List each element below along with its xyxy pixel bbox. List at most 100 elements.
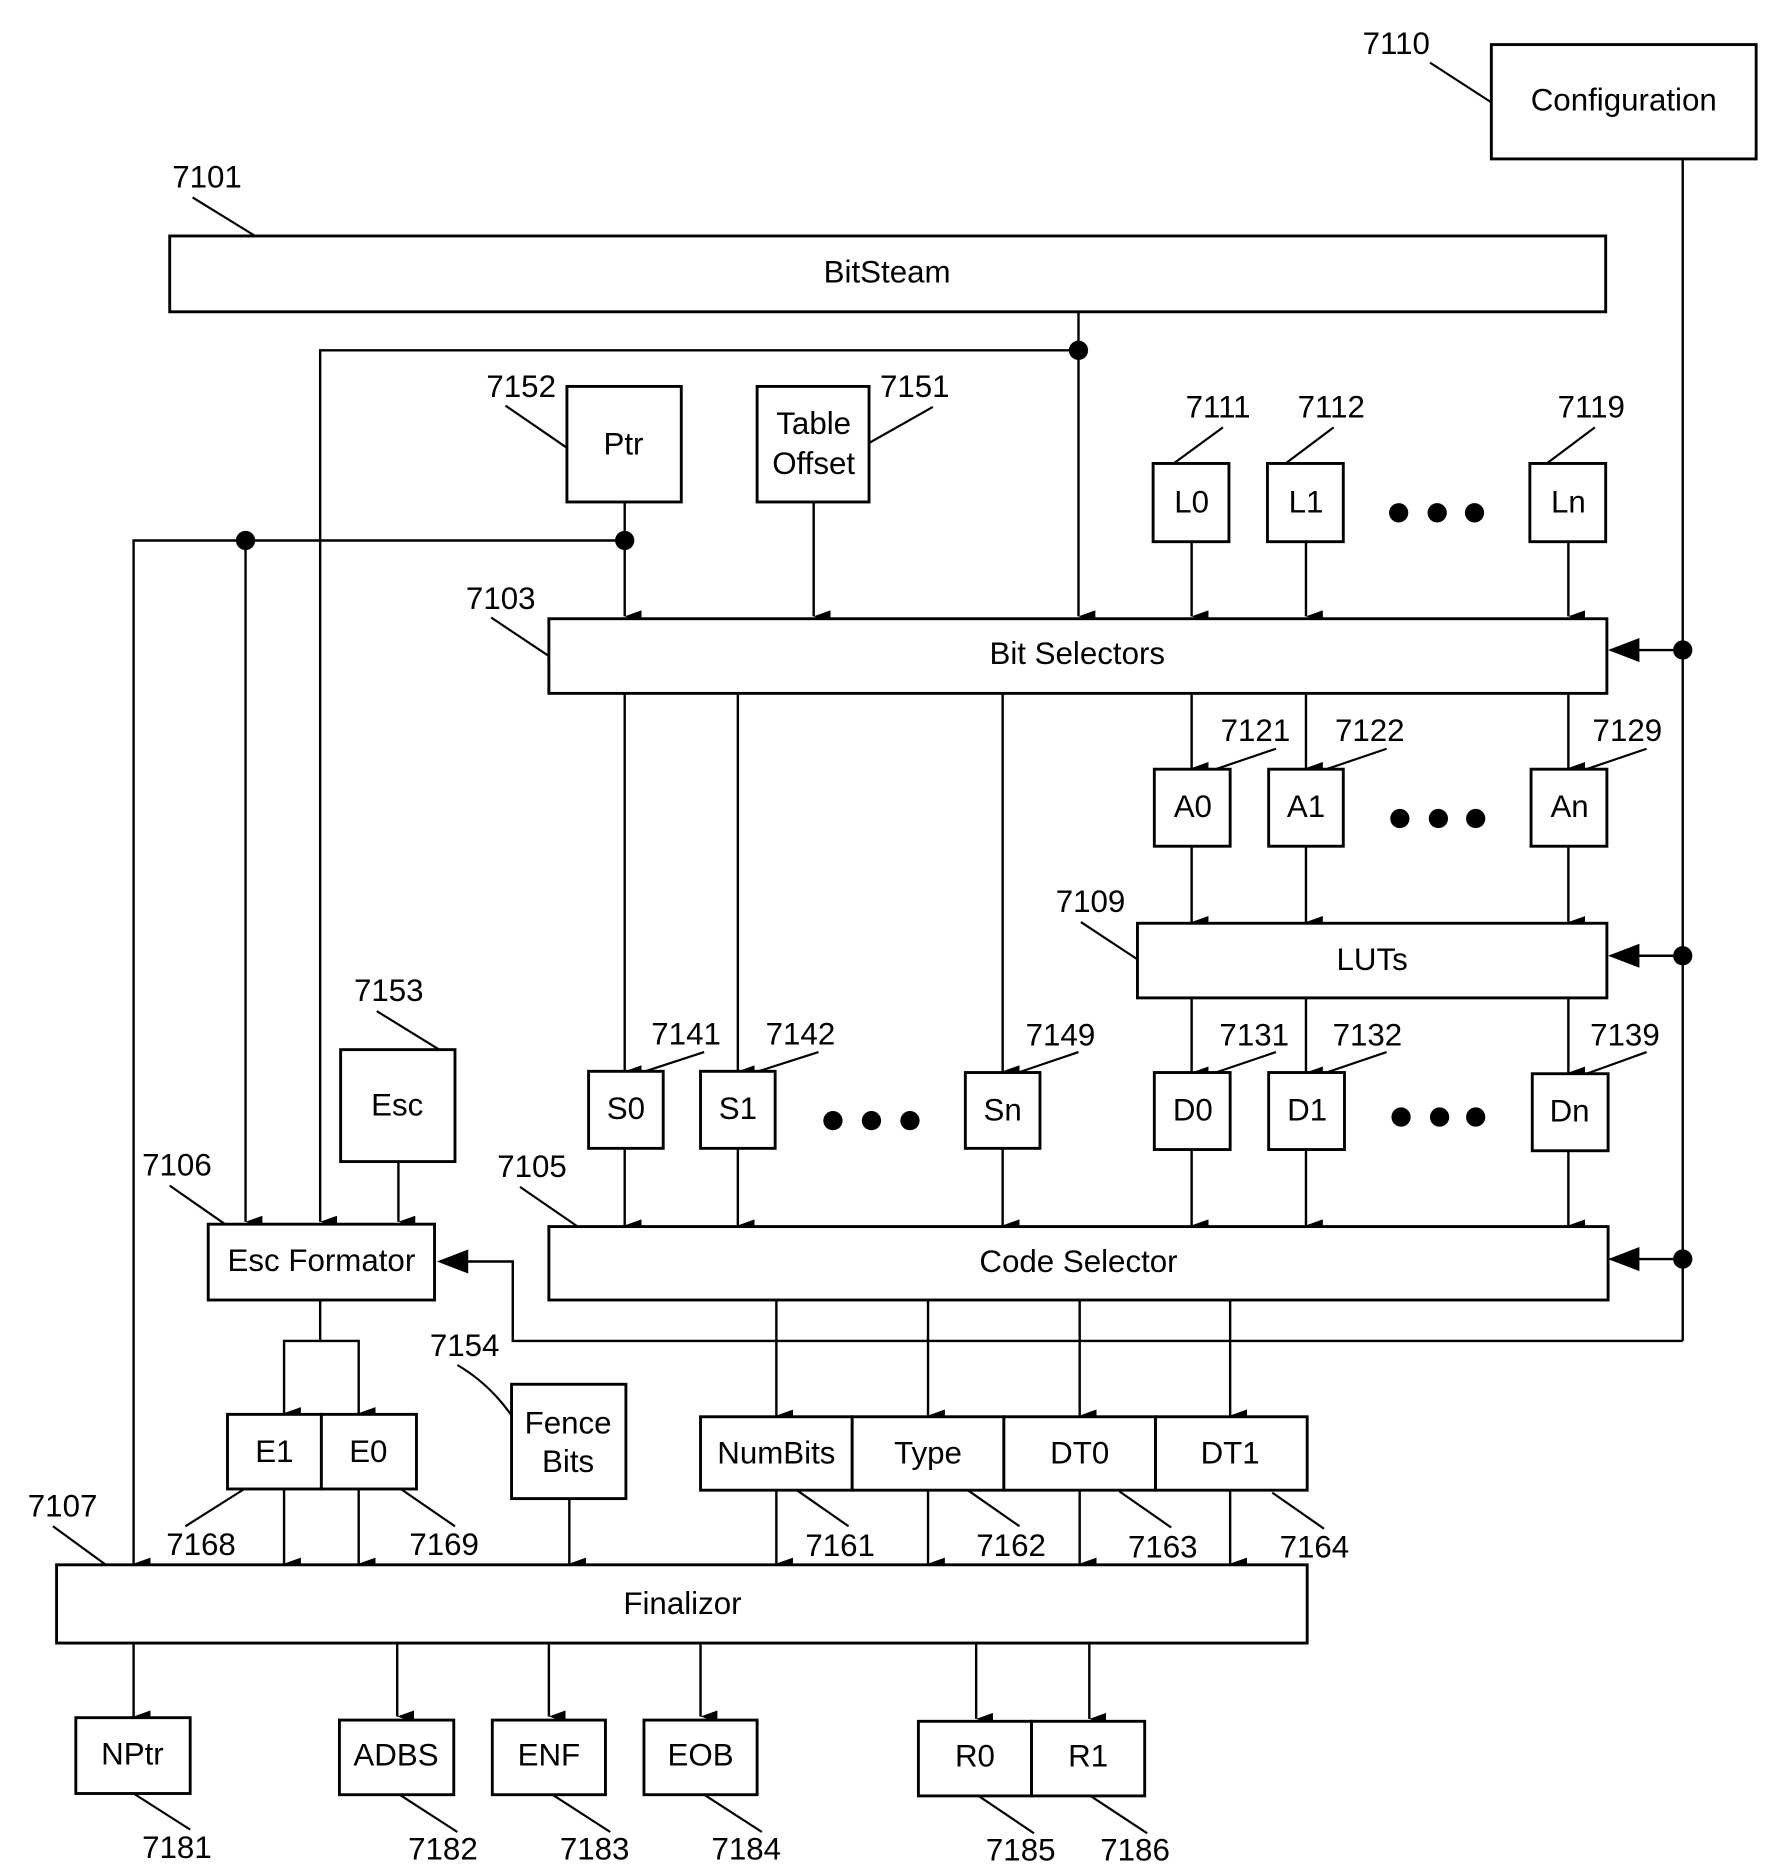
field-type[interactable]: Type [850,1415,1006,1492]
ref-e1: 7168 [166,1527,236,1562]
field-numbits[interactable]: NumBits [699,1415,854,1492]
esc-block[interactable]: Esc [339,1048,457,1164]
bitstream-label: BitSteam [824,255,951,290]
bit-selectors-block[interactable]: Bit Selectors [547,617,1609,695]
d-register-1[interactable]: D1 [1267,1071,1346,1151]
ellipsis-l [1389,503,1485,523]
d0-label: D0 [1173,1092,1213,1127]
table-offset-block[interactable]: Table Offset [755,384,871,504]
arrow-head [436,1249,469,1274]
l-register-0[interactable]: L0 [1151,462,1231,544]
enf-label: ENF [518,1737,581,1772]
e-register-1[interactable]: E1 [226,1412,323,1491]
ref-d0: 7131 [1219,1018,1289,1053]
leader-line [400,1488,456,1528]
a-register-n[interactable]: An [1529,767,1609,848]
e1-label: E1 [255,1434,293,1469]
ref-s0: 7141 [651,1016,721,1051]
s-register-1[interactable]: S1 [699,1069,777,1150]
ref-r1: 7186 [1100,1833,1170,1868]
output-enf[interactable]: ENF [490,1718,607,1797]
ref-code-selector: 7105 [497,1149,567,1184]
leader-line [1172,426,1224,465]
ref-dt1: 7164 [1280,1529,1350,1564]
ref-adbs: 7182 [408,1831,478,1866]
output-eob[interactable]: EOB [642,1718,759,1797]
ellipsis-d [1391,1107,1486,1127]
d-register-0[interactable]: D0 [1152,1071,1232,1151]
ref-luts: 7109 [1056,884,1126,919]
luts-block[interactable]: LUTs [1136,921,1609,1000]
l1-label: L1 [1289,484,1324,519]
ellipsis-s [823,1111,920,1131]
leader-line [1017,1051,1079,1074]
a-register-1[interactable]: A1 [1267,767,1345,848]
junction-dot [1068,340,1089,360]
ref-d1: 7132 [1333,1018,1403,1053]
leader-line [1326,1051,1387,1074]
esc-formator-label: Esc Formator [228,1243,416,1278]
finalizor-label: Finalizor [623,1586,741,1621]
leader-line [868,405,934,444]
finalizor-block[interactable]: Finalizor [55,1563,1309,1645]
leader-line [376,1010,440,1051]
ref-a1: 7122 [1335,713,1405,748]
fence-bits-block[interactable]: Fence Bits [510,1382,628,1501]
dt0-label: DT0 [1050,1435,1109,1470]
ref-r0: 7185 [986,1833,1056,1868]
ref-e0: 7169 [409,1527,479,1562]
e0-label: E0 [349,1434,387,1469]
a1-label: A1 [1287,789,1325,824]
leader-line [192,196,256,237]
esc-formator-to-e0 [320,1339,376,1420]
adbs-label: ADBS [353,1737,438,1772]
ref-numbits: 7161 [805,1528,875,1563]
bitstream-block[interactable]: BitSteam [168,234,1608,314]
ref-s1: 7142 [766,1016,836,1051]
fence-bits-label-line1: Fence [525,1405,612,1440]
s-register-n[interactable]: Sn [963,1071,1042,1150]
leader-line [1429,61,1492,104]
ref-sn: 7149 [1026,1018,1096,1053]
ref-ptr: 7152 [486,369,556,404]
code-selector-block[interactable]: Code Selector [547,1225,1610,1302]
ref-l1: 7112 [1298,389,1365,424]
ref-esc-formator: 7106 [142,1148,212,1183]
nptr-label: NPtr [101,1736,164,1771]
code-selector-label: Code Selector [979,1244,1177,1279]
a0-label: A0 [1174,789,1212,824]
l0-label: L0 [1174,484,1209,519]
arrow-head [1608,637,1640,663]
ref-finalizor: 7107 [28,1488,98,1523]
d-register-n[interactable]: Dn [1530,1072,1610,1153]
ln-label: Ln [1551,484,1586,519]
esc-formator-split [282,1300,322,1420]
output-r1[interactable]: R1 [1030,1719,1147,1798]
output-adbs[interactable]: ADBS [337,1718,456,1797]
leader-line [169,1184,226,1226]
ref-an: 7129 [1593,713,1663,748]
s-register-0[interactable]: S0 [587,1069,665,1150]
table-offset-label-line1: Table [776,406,851,441]
leader-line [1586,1051,1647,1075]
esc-formator-block[interactable]: Esc Formator [206,1222,436,1302]
configuration-block[interactable]: Configuration [1489,43,1758,161]
ref-dt0: 7163 [1128,1529,1198,1564]
output-nptr[interactable]: NPtr [74,1716,192,1795]
ptr-block[interactable]: Ptr [565,384,683,504]
leader-line [1215,747,1277,771]
e-register-0[interactable]: E0 [319,1412,418,1491]
block-diagram: Configuration 7110 BitSteam 7101 Ptr 715… [28,26,1758,1868]
d1-label: D1 [1287,1092,1327,1127]
a-register-0[interactable]: A0 [1152,767,1232,848]
ref-configuration: 7110 [1363,26,1430,61]
field-dt0[interactable]: DT0 [1002,1415,1157,1492]
output-r0[interactable]: R0 [916,1719,1033,1798]
l-register-1[interactable]: L1 [1266,462,1345,544]
junction-dot [235,530,256,551]
field-dt1[interactable]: DT1 [1154,1415,1309,1492]
leader-line [133,1792,191,1831]
leader-line [1215,1051,1277,1074]
l-register-n[interactable]: Ln [1528,462,1608,544]
leader-line [967,1489,1021,1528]
